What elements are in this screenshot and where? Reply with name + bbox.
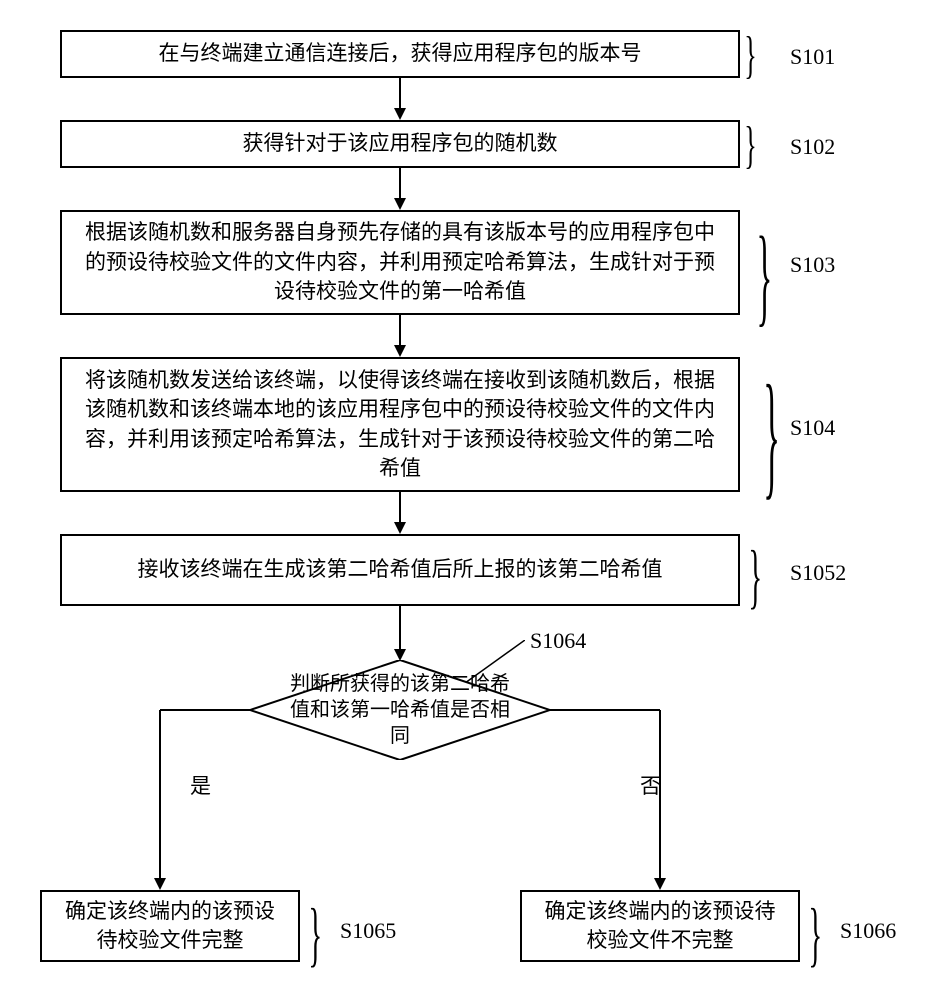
label-s103: S103 [790,252,835,278]
arrow-s1052-s1064 [390,606,410,661]
label-s104: S104 [790,415,835,441]
branch-no-label: 否 [640,770,661,800]
label-s101: S101 [790,44,835,70]
step-s102: 获得针对于该应用程序包的随机数 [60,120,740,168]
step-s1052: 接收该终端在生成该第二哈希值后所上报的该第二哈希值 [60,534,740,606]
label-s1064: S1064 [530,628,586,654]
arrow-s104-s1052 [390,492,410,534]
step-s101-text: 在与终端建立通信连接后，获得应用程序包的版本号 [159,39,642,68]
step-s1065: 确定该终端内的该预设待校验文件完整 [40,890,300,962]
brace-s1052: } [748,540,762,612]
step-s104: 将该随机数发送给该终端，以使得该终端在接收到该随机数后，根据该随机数和该终端本地… [60,357,740,492]
arrow-s102-s103 [390,168,410,210]
decision-s1064-text: 判断所获得的该第二哈希值和该第一哈希值是否相同 [290,671,510,749]
arrow-s101-s102 [390,78,410,120]
label-s102: S102 [790,134,835,160]
label-s1065: S1065 [340,918,396,944]
step-s1052-text: 接收该终端在生成该第二哈希值后所上报的该第二哈希值 [138,555,663,584]
step-s103: 根据该随机数和服务器自身预先存储的具有该版本号的应用程序包中的预设待校验文件的文… [60,210,740,315]
brace-s1066: } [808,898,822,970]
step-s103-text: 根据该随机数和服务器自身预先存储的具有该版本号的应用程序包中的预设待校验文件的文… [78,218,722,306]
decision-s1064: 判断所获得的该第二哈希值和该第一哈希值是否相同 [250,660,550,760]
step-s104-text: 将该随机数发送给该终端，以使得该终端在接收到该随机数后，根据该随机数和该终端本地… [78,366,722,484]
brace-s101: } [744,30,756,82]
step-s1066: 确定该终端内的该预设待校验文件不完整 [520,890,800,962]
step-s102-text: 获得针对于该应用程序包的随机数 [243,129,558,158]
step-s101: 在与终端建立通信连接后，获得应用程序包的版本号 [60,30,740,78]
flowchart-canvas: 在与终端建立通信连接后，获得应用程序包的版本号 } S101 获得针对于该应用程… [20,20,910,980]
arrow-s103-s104 [390,315,410,357]
brace-s1065: } [308,898,322,970]
brace-s102: } [744,120,756,172]
label-s1066: S1066 [840,918,896,944]
step-s1066-text: 确定该终端内的该预设待校验文件不完整 [538,897,782,956]
brace-s104: } [763,365,780,505]
step-s1065-text: 确定该终端内的该预设待校验文件完整 [58,897,282,956]
brace-s103: } [756,220,772,330]
label-s1052: S1052 [790,560,846,586]
branch-yes-label: 是 [190,770,211,800]
